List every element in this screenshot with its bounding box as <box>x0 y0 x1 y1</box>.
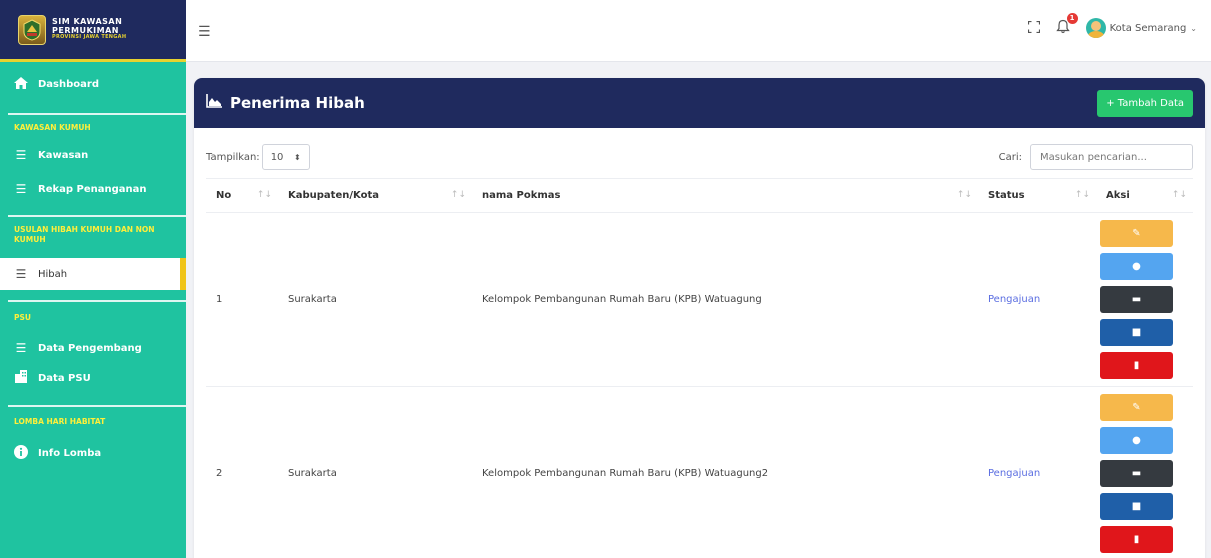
info-icon: ● <box>1132 261 1141 272</box>
document-button[interactable]: ■ <box>1100 319 1173 346</box>
sidebar-item-label: Data PSU <box>38 372 91 384</box>
brand[interactable]: SIM KAWASAN PERMUKIMAN PROVINSI JAWA TEN… <box>0 0 186 62</box>
cell-no: 2 <box>206 386 278 558</box>
hibah-table: No ↑↓ Kabupaten/Kota ↑↓ nama Pokmas ↑↓ Stat… <box>206 178 1193 558</box>
user-name: Kota Semarang <box>1109 22 1187 34</box>
col-header-no[interactable]: No ↑↓ <box>206 178 278 213</box>
sidebar-divider <box>8 113 186 115</box>
sidebar-item-label: Rekap Penanganan <box>38 183 147 195</box>
file-icon: ■ <box>1131 327 1142 338</box>
home-icon <box>14 76 28 92</box>
building-icon <box>14 370 28 386</box>
avatar <box>1085 18 1106 38</box>
sidebar-item-info-lomba[interactable]: Info Lomba <box>0 437 186 469</box>
delete-button[interactable]: ▮ <box>1100 526 1173 553</box>
save-icon: ▬ <box>1131 468 1142 479</box>
cell-actions: ✎ ● ▬ ■ ▮ <box>1096 386 1193 558</box>
page-size-label: Tampilkan: <box>206 151 260 163</box>
province-logo <box>18 14 46 45</box>
cell-nama-pokmas: Kelompok Pembangunan Rumah Baru (KPB) Wa… <box>472 386 978 558</box>
edit-button[interactable]: ✎ <box>1100 394 1173 421</box>
sidebar-item-kawasan[interactable]: ☰ Kawasan <box>0 139 186 171</box>
table-row: 1 Surakarta Kelompok Pembangunan Rumah B… <box>206 212 1193 387</box>
sort-icon: ↑↓ <box>450 190 466 200</box>
sidebar-item-label: Data Pengembang <box>38 342 142 354</box>
document-button[interactable]: ■ <box>1100 493 1173 520</box>
search-label: Cari: <box>998 151 1022 163</box>
list-icon: ☰ <box>15 341 27 355</box>
table-controls: Tampilkan: 10 ⬍ Cari: <box>206 144 1193 170</box>
table-row: 2 Surakarta Kelompok Pembangunan Rumah B… <box>206 386 1193 558</box>
section-title-usulan-hibah: USULAN HIBAH KUMUH DAN NON KUMUH <box>14 225 155 245</box>
col-header-aksi[interactable]: Aksi ↑↓ <box>1096 178 1193 213</box>
list-icon: ☰ <box>15 148 27 162</box>
table-header-row: No ↑↓ Kabupaten/Kota ↑↓ nama Pokmas ↑↓ Stat… <box>206 178 1193 213</box>
cell-kabupaten-kota: Surakarta <box>278 212 472 387</box>
notification-bell-icon[interactable]: 1 <box>1055 12 1078 38</box>
menu-toggle-icon[interactable]: ☰ <box>198 24 211 40</box>
info-icon <box>14 444 28 462</box>
edit-icon: ✎ <box>1132 228 1141 239</box>
detail-button[interactable]: ● <box>1100 253 1173 280</box>
section-title-lomba: LOMBA HARI HABITAT <box>14 417 106 426</box>
sort-arrows-icon: ⬍ <box>293 152 301 162</box>
sidebar-item-label: Dashboard <box>38 78 99 90</box>
col-header-nama-pokmas[interactable]: nama Pokmas ↑↓ <box>472 178 978 213</box>
sidebar-divider <box>8 215 186 217</box>
trash-icon: ▮ <box>1133 360 1140 371</box>
save-icon: ▬ <box>1131 294 1142 305</box>
col-header-kabupaten-kota[interactable]: Kabupaten/Kota ↑↓ <box>278 178 472 213</box>
section-title-kawasan-kumuh: KAWASAN KUMUH <box>14 123 91 132</box>
add-data-button[interactable]: + Tambah Data <box>1097 89 1193 117</box>
col-header-status[interactable]: Status ↑↓ <box>978 178 1096 213</box>
trash-icon: ▮ <box>1133 534 1140 545</box>
page-size-value: 10 <box>270 151 284 163</box>
list-icon: ☰ <box>15 267 27 281</box>
sidebar-item-label: Hibah <box>38 268 68 280</box>
section-title-psu: PSU <box>14 313 31 322</box>
sidebar-divider <box>8 300 186 302</box>
notification-badge: 1 <box>1066 12 1078 24</box>
cell-status: Pengajuan <box>978 386 1096 558</box>
sidebar-item-rekap-penanganan[interactable]: ☰ Rekap Penanganan <box>0 173 186 205</box>
page-size-select[interactable]: 10 ⬍ <box>261 144 310 170</box>
sort-icon: ↑↓ <box>1171 190 1187 200</box>
user-menu[interactable]: Kota Semarang ⌄ <box>1085 18 1197 38</box>
chevron-down-icon: ⌄ <box>1190 23 1197 33</box>
sidebar-item-data-psu[interactable]: Data PSU <box>0 362 186 394</box>
edit-button[interactable]: ✎ <box>1100 220 1173 247</box>
sidebar-divider <box>8 405 186 407</box>
detail-button[interactable]: ● <box>1100 427 1173 454</box>
sidebar-item-label: Kawasan <box>38 149 89 161</box>
save-button[interactable]: ▬ <box>1100 286 1173 313</box>
cell-status: Pengajuan <box>978 212 1096 387</box>
sidebar: SIM KAWASAN PERMUKIMAN PROVINSI JAWA TEN… <box>0 0 186 558</box>
fullscreen-icon[interactable] <box>1027 20 1040 36</box>
cell-actions: ✎ ● ▬ ■ ▮ <box>1096 212 1193 387</box>
file-icon: ■ <box>1131 501 1142 512</box>
info-icon: ● <box>1132 435 1141 446</box>
delete-button[interactable]: ▮ <box>1100 352 1173 379</box>
cell-nama-pokmas: Kelompok Pembangunan Rumah Baru (KPB) Wa… <box>472 212 978 387</box>
edit-icon: ✎ <box>1132 402 1141 413</box>
list-icon: ☰ <box>15 182 27 196</box>
card-header: Penerima Hibah + Tambah Data <box>194 78 1205 128</box>
save-button[interactable]: ▬ <box>1100 460 1173 487</box>
main-card: Penerima Hibah + Tambah Data Tampilkan: … <box>194 78 1205 558</box>
sort-icon: ↑↓ <box>956 190 972 200</box>
brand-subtitle: PROVINSI JAWA TENGAH <box>52 34 127 41</box>
sidebar-item-dashboard[interactable]: Dashboard <box>0 68 186 100</box>
cell-no: 1 <box>206 212 278 387</box>
page-title: Penerima Hibah <box>230 94 365 112</box>
sidebar-item-label: Info Lomba <box>38 447 102 459</box>
sort-icon: ↑↓ <box>1074 190 1090 200</box>
topbar: ☰ 1 Kota Semarang ⌄ <box>186 0 1211 62</box>
sidebar-item-hibah[interactable]: ☰ Hibah <box>0 258 186 290</box>
sort-icon: ↑↓ <box>256 190 272 200</box>
sidebar-item-data-pengembang[interactable]: ☰ Data Pengembang <box>0 332 186 364</box>
area-chart-icon <box>206 94 222 112</box>
search-input[interactable] <box>1030 144 1193 170</box>
cell-kabupaten-kota: Surakarta <box>278 386 472 558</box>
